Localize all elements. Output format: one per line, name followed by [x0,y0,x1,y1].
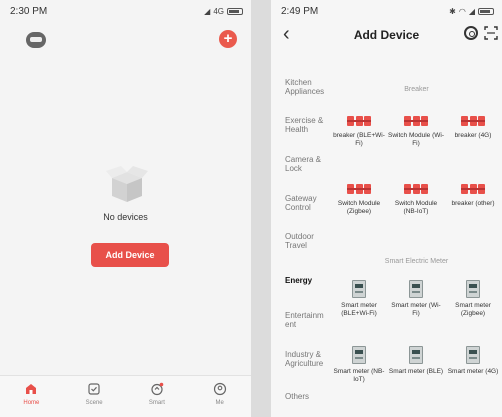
category-camera-lock[interactable]: Camera & Lock [271,155,331,173]
device-label: Smart meter (BLE+Wi-Fi) [341,302,377,317]
signal-icon: ◢ [204,6,211,16]
battery-icon [227,7,243,15]
home-header: + [0,22,251,62]
device-item[interactable]: breaker (other) [445,184,501,208]
breaker-icon [461,184,485,196]
category-industry[interactable]: Industry & Agriculture [271,350,331,368]
device-label: Smart meter (BLE) [388,368,444,375]
device-item[interactable]: breaker (BLE+Wi-Fi) [331,116,387,148]
category-outdoor[interactable]: Outdoor Travel [271,232,331,250]
empty-box-icon [106,166,148,202]
meter-icon [352,346,366,364]
meter-icon [466,346,480,364]
device-item[interactable]: Smart meter (Wi-Fi) [388,280,444,318]
breaker-icon [404,116,428,128]
no-devices-text: No devices [103,212,148,222]
device-label: Smart meter (4G) [447,368,499,375]
device-label: Smart meter (Zigbee) [455,302,491,317]
category-energy[interactable]: Energy [271,276,331,285]
tab-label: Home [23,400,40,406]
network-type: 4G [213,6,224,16]
tab-scene[interactable]: Scene [63,376,126,417]
device-list: Breaker breaker (BLE+Wi-Fi) Switch Modul… [331,0,502,417]
home-screen: 2:30 PM ◢ 4G + No devices Add Device Hom… [0,0,251,417]
device-item[interactable]: Switch Module (Zigbee) [331,184,387,216]
meter-icon [409,280,423,298]
tab-me[interactable]: Me [188,376,251,417]
category-kitchen[interactable]: Kitchen Appliances [271,78,331,96]
add-device-screen: 2:49 PM ✱ ◠ ◢ ‹ Add Device Kitchen Appli… [271,0,502,417]
device-item[interactable]: Smart meter (BLE) [388,346,444,376]
breaker-icon [347,184,371,196]
breaker-icon [347,116,371,128]
home-selector-icon[interactable] [26,32,46,48]
bottom-tab-bar: Home Scene Smart Me [0,375,251,417]
device-item[interactable]: Smart meter (Zigbee) [445,280,501,318]
tab-home[interactable]: Home [0,376,63,417]
tab-label: Me [215,400,224,406]
status-time: 2:49 PM [281,5,319,17]
me-icon [213,382,226,396]
device-label: Switch Module (Wi-Fi) [388,132,444,147]
device-label: Switch Module (Zigbee) [337,200,381,215]
status-bar: 2:30 PM ◢ 4G [0,0,251,22]
meter-icon [352,280,366,298]
breaker-icon [404,184,428,196]
tab-label: Smart [148,400,165,406]
home-icon [26,384,37,394]
category-exercise[interactable]: Exercise & Health [271,116,331,134]
scene-icon [88,383,100,395]
category-gateway[interactable]: Gateway Control [271,194,331,212]
meter-icon [466,280,480,298]
tab-smart[interactable]: Smart [126,376,189,417]
add-device-plus-button[interactable]: + [219,30,237,48]
add-device-button[interactable]: Add Device [91,243,169,267]
tab-label: Scene [85,400,103,406]
smart-icon [151,382,164,396]
device-item[interactable]: Smart meter (NB-IoT) [331,346,387,384]
device-item[interactable]: Switch Module (NB-IoT) [388,184,444,216]
device-label: breaker (4G) [454,132,492,139]
meter-icon [409,346,423,364]
section-breaker: Breaker [404,86,429,93]
device-item[interactable]: Smart meter (4G) [445,346,501,376]
device-item[interactable]: Switch Module (Wi-Fi) [388,116,444,148]
device-label: breaker (other) [451,200,495,207]
device-item[interactable]: breaker (4G) [445,116,501,140]
device-label: Smart meter (Wi-Fi) [391,302,441,317]
device-label: Switch Module (NB-IoT) [394,200,438,215]
device-label: breaker (BLE+Wi-Fi) [333,132,385,147]
category-entertainment[interactable]: Entertainm ent [271,311,331,329]
status-icons: ◢ 4G [204,7,243,16]
device-label: Smart meter (NB-IoT) [333,368,385,383]
category-others[interactable]: Others [271,392,331,401]
device-item[interactable]: Smart meter (BLE+Wi-Fi) [331,280,387,318]
section-smart-meter: Smart Electric Meter [384,258,449,265]
status-time: 2:30 PM [10,5,48,17]
breaker-icon [461,116,485,128]
